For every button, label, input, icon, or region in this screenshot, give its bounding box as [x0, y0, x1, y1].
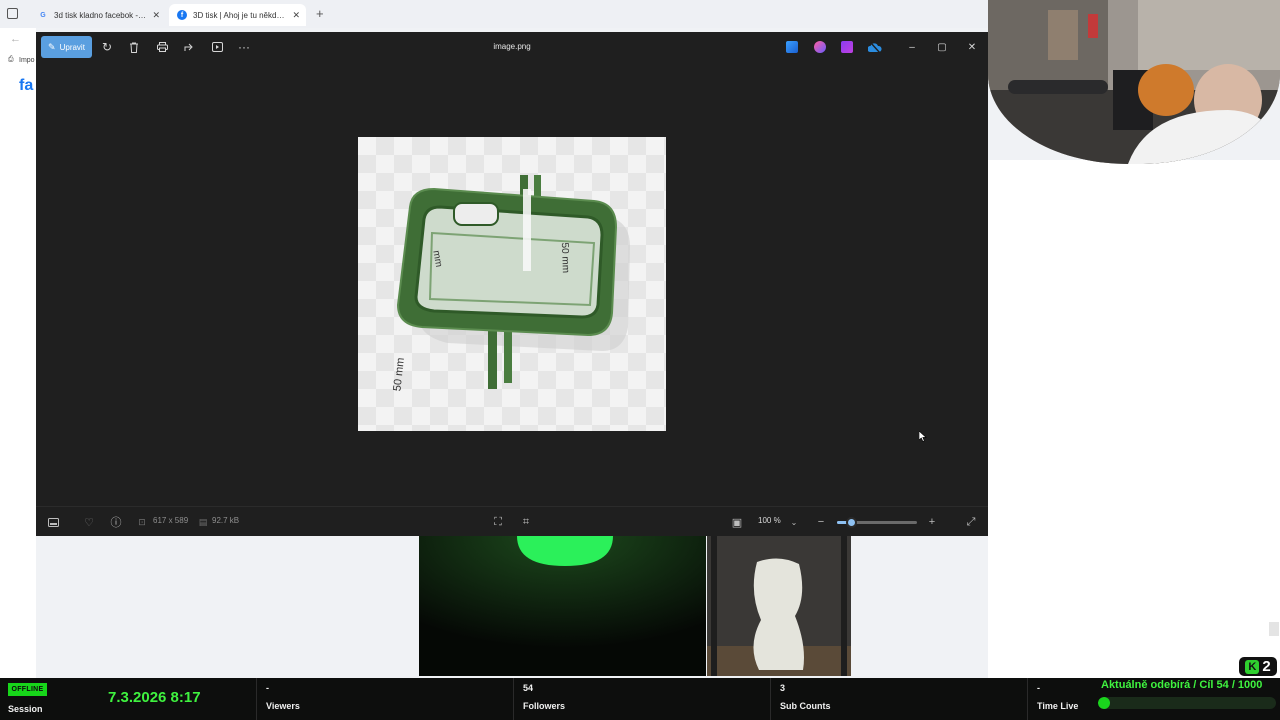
subscriber-goal-fill	[1098, 697, 1110, 709]
image-dimensions: 617 x 589	[153, 516, 189, 525]
kick-logo-icon: K	[1245, 659, 1260, 674]
bookmark-icon[interactable]: ⎙	[8, 56, 14, 64]
tab-close-icon[interactable]: ✕	[152, 10, 160, 21]
onedrive-icon[interactable]	[867, 41, 882, 54]
session-datetime: 7.3.2026 8:17	[108, 689, 201, 706]
bookmark-label[interactable]: Impo	[19, 57, 35, 64]
file-info-icon[interactable]: ⓘ	[108, 514, 124, 530]
more-options-icon[interactable]: ···	[234, 38, 254, 56]
edit-button-label: Upravit	[59, 42, 85, 52]
bottom-dimension-label: 50 mm	[391, 357, 406, 392]
viewer-toolbar: ✎ Upravit ↻ ··· image.png – ▢ ✕	[36, 32, 988, 62]
copilot-icon[interactable]	[814, 41, 826, 53]
badge-number: 2	[1262, 658, 1271, 675]
filmstrip-icon[interactable]	[45, 514, 61, 530]
facebook-logo[interactable]: fa	[19, 77, 33, 95]
browser-page-right-area	[988, 160, 1280, 678]
session-label: Session	[8, 704, 43, 714]
streamer-webcam	[988, 0, 1280, 164]
facebook-favicon-icon: f	[177, 10, 187, 20]
fit-to-window-icon[interactable]: ▣	[729, 514, 745, 530]
favorite-heart-icon[interactable]: ♡	[81, 514, 97, 530]
viewers-label: Viewers	[266, 701, 300, 711]
time-live-box: - Time Live	[1027, 678, 1097, 720]
subs-box: 3 Sub Counts	[770, 678, 1026, 720]
image-creator-icon[interactable]	[786, 41, 798, 53]
subs-label: Sub Counts	[780, 701, 831, 711]
time-live-label: Time Live	[1037, 701, 1079, 711]
displayed-image[interactable]: mm 50 mm 50 mm	[358, 137, 666, 431]
followers-box: 54 Followers	[513, 678, 769, 720]
time-live-value: -	[1037, 683, 1040, 693]
file-size-icon: ▤	[198, 516, 208, 527]
right-dimension-label: 50 mm	[559, 242, 571, 273]
tab-close-icon[interactable]: ✕	[292, 10, 300, 21]
viewer-status-bar: ♡ ⓘ ⊡ 617 x 589 ▤ 92.7 kB ⛶ ⌗ ▣ 100 % ⌄ …	[36, 506, 988, 536]
fullscreen-icon[interactable]: ⤢	[963, 514, 979, 530]
camera-cage-model-render: mm 50 mm 50 mm	[391, 175, 630, 392]
printer-camera-left	[419, 536, 706, 676]
tab-facebook-post[interactable]: f 3D tisk | Ahoj je tu někdo z Kladna ✕	[169, 4, 306, 26]
slideshow-icon[interactable]	[207, 38, 227, 56]
photo-viewer-window: ✎ Upravit ↻ ··· image.png – ▢ ✕ mm 50 mm…	[36, 32, 988, 536]
tab-title: 3D tisk | Ahoj je tu někdo z Kladna	[193, 10, 286, 20]
zoom-value-dropdown[interactable]: 100 %	[758, 516, 781, 525]
file-size: 92.7 kB	[212, 516, 240, 525]
new-tab-button[interactable]: +	[316, 6, 324, 21]
chevron-down-icon[interactable]: ⌄	[786, 514, 802, 530]
scroll-indicator[interactable]	[1269, 622, 1279, 636]
printer-camera-right	[707, 536, 851, 676]
channel-badge: K 2	[1239, 657, 1277, 676]
dimensions-icon: ⊡	[138, 516, 146, 527]
vase-print-feed	[707, 536, 851, 676]
print-icon[interactable]	[152, 38, 172, 56]
subs-value: 3	[780, 683, 786, 693]
mouse-cursor-icon	[918, 429, 927, 447]
close-button[interactable]: ✕	[959, 38, 985, 56]
browser-page-left-edge: ← ⎙ Impo fa	[0, 28, 36, 678]
zoom-slider[interactable]	[837, 517, 917, 528]
webcam-video-frame	[988, 0, 1280, 164]
crop-face-icon[interactable]: ⛶	[490, 514, 506, 530]
zoom-in-icon[interactable]: +	[924, 514, 940, 530]
followers-value: 54	[523, 683, 534, 693]
followers-label: Followers	[523, 701, 566, 711]
rotate-icon[interactable]: ↻	[97, 38, 117, 56]
delete-icon[interactable]	[124, 38, 144, 56]
share-icon[interactable]	[179, 38, 199, 56]
clipchamp-icon[interactable]	[841, 41, 853, 53]
zoom-slider-thumb[interactable]	[846, 517, 858, 528]
tab-search-icon[interactable]	[7, 8, 18, 19]
edit-pencil-icon: ✎	[48, 41, 56, 52]
stream-overlay-bar: OFFLINE Session 7.3.2026 8:17 - Viewers …	[0, 678, 1280, 720]
offline-status-badge: OFFLINE	[8, 683, 47, 696]
subscriber-goal-text: Aktuálně odebírá / Cíl 54 / 1000	[1101, 679, 1263, 691]
visual-search-icon[interactable]: ⌗	[518, 514, 534, 530]
edit-button[interactable]: ✎ Upravit	[41, 36, 92, 58]
maximize-button[interactable]: ▢	[929, 38, 955, 56]
subscriber-goal-bar	[1098, 697, 1276, 709]
glowing-print-feed	[419, 536, 706, 676]
viewers-box: - Viewers	[256, 678, 512, 720]
tab-title: 3d tisk kladno facebok - Hledat	[54, 10, 147, 20]
minimize-button[interactable]: –	[899, 38, 925, 56]
google-favicon-icon: G	[40, 11, 46, 19]
viewers-value: -	[266, 683, 269, 693]
tab-bing-search[interactable]: G 3d tisk kladno facebok - Hledat ✕	[30, 4, 166, 26]
zoom-out-icon[interactable]: −	[813, 514, 829, 530]
back-arrow-icon[interactable]: ←	[10, 33, 21, 45]
